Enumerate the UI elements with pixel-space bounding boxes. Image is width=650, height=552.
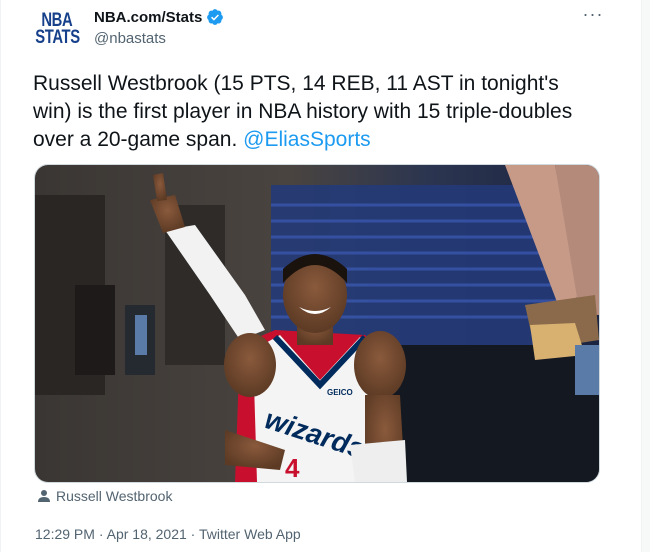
tagged-person-name[interactable]: Russell Westbrook [56,488,172,504]
mention-link[interactable]: @EliasSports [243,128,371,151]
tweet-text: Russell Westbrook (15 PTS, 14 REB, 11 AS… [33,70,603,154]
left-border [0,0,1,552]
person-icon [38,490,50,502]
meta-separator-1: · [94,526,107,542]
tweet-date[interactable]: Apr 18, 2021 [107,526,187,542]
author-name-row[interactable]: NBA.com/Stats [94,8,224,26]
tagged-person[interactable]: Russell Westbrook [37,488,172,504]
jersey-number: 4 [285,453,300,482]
display-name[interactable]: NBA.com/Stats [94,9,202,26]
avatar-text-stats: STATS [34,27,80,48]
avatar[interactable]: NBA STATS [33,5,81,53]
more-options-icon[interactable]: ··· [583,4,603,24]
tweet-photo[interactable]: wizards GEICO 4 [34,164,600,483]
tweet-source[interactable]: Twitter Web App [199,526,301,542]
user-handle[interactable]: @nbastats [94,30,166,47]
verified-badge-icon [207,9,224,25]
meta-separator-2: · [186,526,199,542]
photo-scene: wizards GEICO 4 [35,165,599,482]
right-column-edge [642,0,650,552]
tweet-meta: 12:29 PM · Apr 18, 2021 · Twitter Web Ap… [35,526,301,542]
jersey-sponsor: GEICO [327,388,353,397]
tweet-time[interactable]: 12:29 PM [35,526,95,542]
